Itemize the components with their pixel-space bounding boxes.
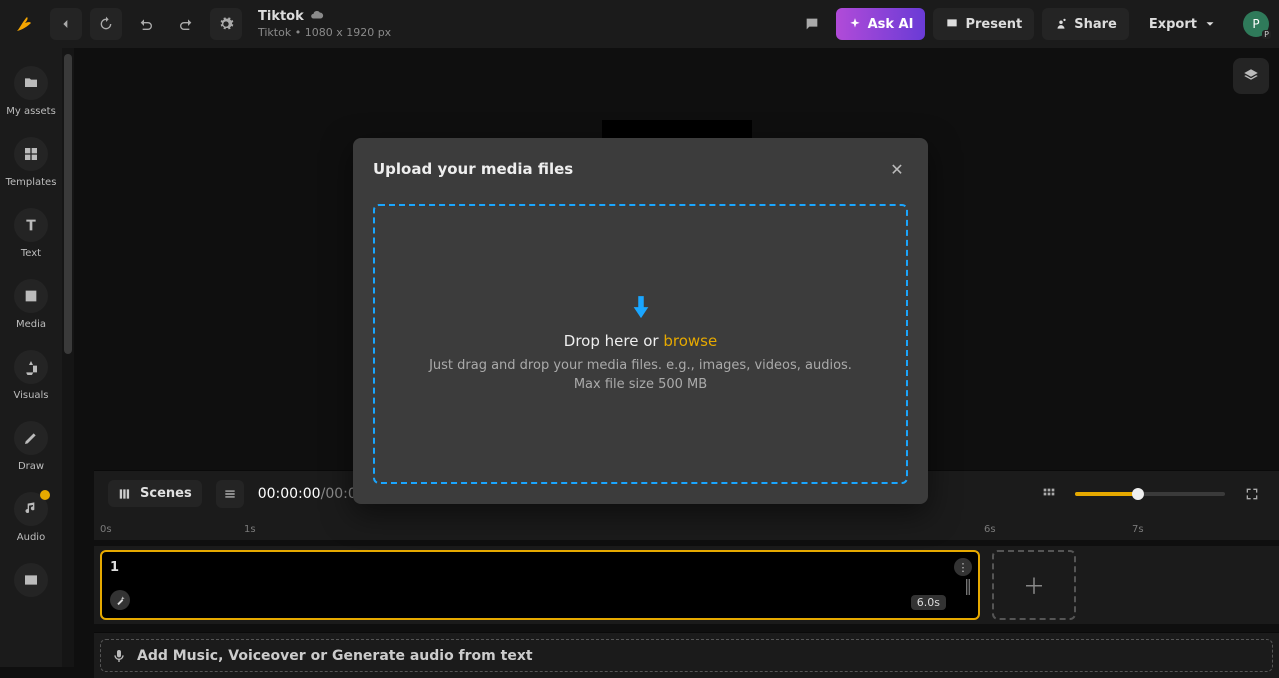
sidebar-item-draw[interactable]: Draw <box>2 415 60 482</box>
mic-icon <box>111 648 127 664</box>
redo-button[interactable] <box>170 8 202 40</box>
project-title[interactable]: Tiktok <box>258 10 304 25</box>
comments-button[interactable] <box>796 8 828 40</box>
templates-icon <box>23 146 39 162</box>
top-bar: Tiktok Tiktok • 1080 x 1920 px Ask AI Pr… <box>0 0 1279 48</box>
media-icon <box>23 288 39 304</box>
add-audio-button[interactable]: Add Music, Voiceover or Generate audio f… <box>100 639 1273 672</box>
canvas-preview[interactable] <box>602 120 752 140</box>
scene-animation-button[interactable] <box>110 590 130 610</box>
fullscreen-button[interactable] <box>1239 481 1265 507</box>
share-label: Share <box>1074 17 1117 32</box>
sidebar-item-templates[interactable]: Templates <box>2 131 60 198</box>
scene-duration: 6.0s <box>911 595 946 610</box>
audio-icon <box>23 501 39 517</box>
timeline-view-toggle[interactable] <box>216 480 244 508</box>
upload-media-modal: Upload your media files ✕ Drop here or b… <box>353 138 928 504</box>
left-sidebar: My assets Templates Text Media Visuals D… <box>0 48 62 667</box>
sidebar-item-my-assets[interactable]: My assets <box>2 60 60 127</box>
browse-link[interactable]: browse <box>663 332 717 350</box>
folder-icon <box>23 75 39 91</box>
captions-icon <box>23 572 39 588</box>
timeline-zoom-slider[interactable] <box>1075 492 1225 496</box>
back-button[interactable] <box>50 8 82 40</box>
scene-number: 1 <box>110 560 119 575</box>
scene-clip-1[interactable]: 1 6.0s ⋮ ‖ <box>100 550 980 620</box>
user-avatar[interactable]: P P <box>1243 11 1269 37</box>
draw-icon <box>23 430 39 446</box>
wand-icon <box>115 595 126 606</box>
project-subtitle: Tiktok • 1080 x 1920 px <box>258 27 391 40</box>
notification-dot-icon <box>40 490 50 500</box>
add-scene-button[interactable]: ＋ <box>992 550 1076 620</box>
app-logo-icon <box>12 12 36 36</box>
undo-button[interactable] <box>130 8 162 40</box>
present-label: Present <box>965 17 1022 32</box>
add-audio-label: Add Music, Voiceover or Generate audio f… <box>137 648 533 664</box>
chevron-down-icon <box>1203 17 1217 31</box>
export-label: Export <box>1149 17 1197 32</box>
list-icon <box>223 487 237 501</box>
sidebar-item-audio[interactable]: Audio <box>2 486 60 553</box>
text-icon <box>23 217 39 233</box>
timeline-grid-button[interactable] <box>1037 482 1061 506</box>
audio-track: Add Music, Voiceover or Generate audio f… <box>94 632 1279 678</box>
sidebar-scrollbar[interactable] <box>62 48 74 667</box>
modal-close-button[interactable]: ✕ <box>886 158 908 180</box>
sidebar-item-visuals[interactable]: Visuals <box>2 344 60 411</box>
scene-track: 1 6.0s ⋮ ‖ ＋ <box>94 546 1279 624</box>
share-button[interactable]: Share <box>1042 8 1129 40</box>
project-title-block: Tiktok Tiktok • 1080 x 1920 px <box>258 8 391 39</box>
sidebar-item-text[interactable]: Text <box>2 202 60 269</box>
avatar-letter: P <box>1252 17 1259 31</box>
plus-icon: ＋ <box>1023 569 1045 601</box>
download-arrow-icon <box>630 294 652 326</box>
layers-button[interactable] <box>1233 58 1269 94</box>
avatar-badge: P <box>1262 30 1271 39</box>
close-icon: ✕ <box>890 160 903 179</box>
visuals-icon <box>23 359 39 375</box>
sidebar-item-captions[interactable] <box>2 557 60 597</box>
fullscreen-icon <box>1244 486 1260 502</box>
ask-ai-button[interactable]: Ask AI <box>836 8 926 40</box>
dropzone-desc: Just drag and drop your media files. e.g… <box>429 356 852 395</box>
cloud-sync-icon <box>310 8 324 26</box>
settings-button[interactable] <box>210 8 242 40</box>
sidebar-item-media[interactable]: Media <box>2 273 60 340</box>
present-button[interactable]: Present <box>933 8 1034 40</box>
timecode-display: 00:00:00/00:06 <box>258 486 366 502</box>
scenes-panel-button[interactable]: Scenes <box>108 480 202 507</box>
scene-resize-handle[interactable]: ‖ <box>962 570 974 600</box>
upload-dropzone[interactable]: Drop here or browse Just drag and drop y… <box>373 204 908 484</box>
timeline-ruler[interactable]: 0s 1s 6s 7s <box>94 516 1279 540</box>
modal-title: Upload your media files <box>373 160 573 178</box>
scenes-icon <box>118 487 132 501</box>
dropzone-headline: Drop here or browse <box>564 332 717 350</box>
export-button[interactable]: Export <box>1137 8 1229 40</box>
grid-icon <box>1041 486 1057 502</box>
history-button[interactable] <box>90 8 122 40</box>
ask-ai-label: Ask AI <box>868 17 914 32</box>
